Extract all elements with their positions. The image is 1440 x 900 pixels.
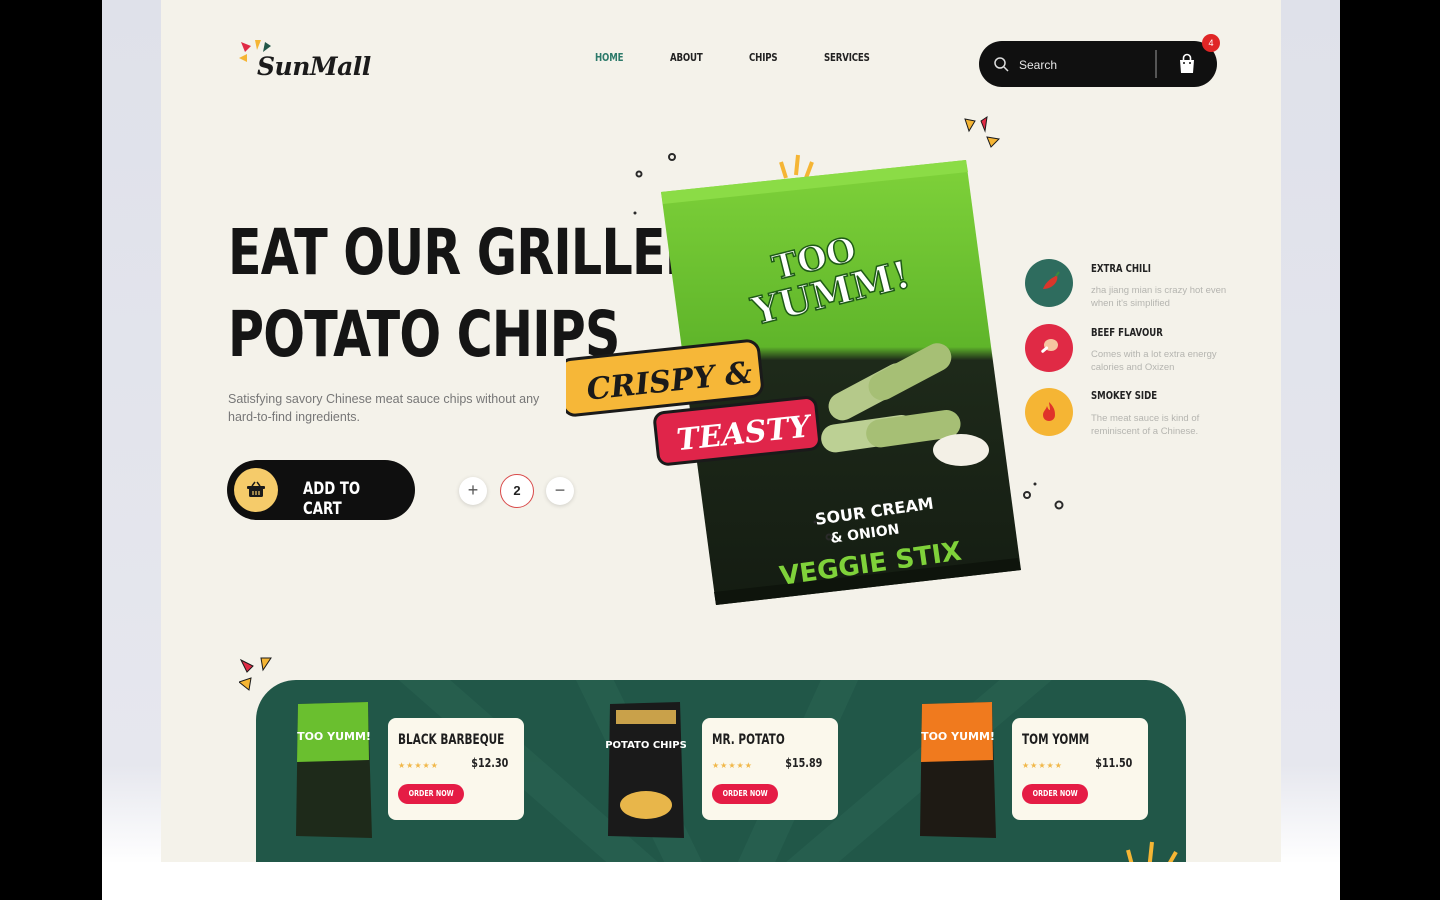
fire-icon bbox=[1043, 402, 1055, 421]
nav-services[interactable]: SERVICES bbox=[824, 52, 870, 64]
quantity-value: 2 bbox=[500, 474, 534, 508]
order-now-button[interactable]: ORDER NOW bbox=[398, 784, 464, 804]
brand-logo-text[interactable]: SunMall bbox=[257, 52, 371, 81]
product-price: $12.30 bbox=[470, 756, 508, 770]
add-to-cart-button[interactable]: ADD TO CART bbox=[227, 460, 415, 520]
product-card-black-barbeque[interactable]: BLACK BARBEQUE ★★★★★ $12.30 ORDER NOW bbox=[388, 718, 524, 820]
rating-stars-icon: ★★★★★ bbox=[398, 761, 439, 770]
product-thumb-black-barbeque: TOO YUMM! bbox=[296, 702, 372, 838]
nav-chips[interactable]: CHIPS bbox=[749, 52, 778, 64]
product-name: TOM YOMM bbox=[1022, 732, 1090, 748]
product-bag-illustration: TOO YUMM! SOUR CREAM & ONION VEGGIE STIX… bbox=[566, 153, 1021, 605]
product-name: MR. POTATO bbox=[712, 732, 785, 748]
thumb-label: TOO YUMM! bbox=[921, 730, 995, 743]
feature-smokey-side-desc: The meat sauce is kind of reminiscent of… bbox=[1091, 413, 1200, 437]
chili-icon bbox=[1043, 271, 1060, 289]
shopping-bag-icon[interactable] bbox=[1177, 53, 1197, 75]
basket-icon bbox=[247, 481, 265, 497]
hero-title: EAT OUR GRILLED POTATO CHIPS bbox=[228, 212, 706, 376]
feature-extra-chili-title: EXTRA CHILI bbox=[1091, 262, 1151, 275]
bottom-strip bbox=[102, 862, 1340, 900]
search-input[interactable] bbox=[1017, 53, 1151, 77]
dots-decoration-icon bbox=[1023, 482, 1064, 510]
thumb-label: POTATO CHIPS bbox=[606, 740, 686, 751]
product-name: BLACK BARBEQUE bbox=[398, 732, 505, 748]
feature-extra-chili-circle bbox=[1025, 259, 1073, 307]
products-panel: BLACK BARBEQUE ★★★★★ $12.30 ORDER NOW TO… bbox=[256, 680, 1186, 862]
product-card-tom-yomm[interactable]: TOM YOMM ★★★★★ $11.50 ORDER NOW bbox=[1012, 718, 1148, 820]
add-to-cart-label: ADD TO CART bbox=[303, 479, 361, 519]
rating-stars-icon: ★★★★★ bbox=[712, 761, 753, 770]
nav-about[interactable]: ABOUT bbox=[670, 52, 703, 64]
sunburst-decoration-icon bbox=[964, 115, 1001, 148]
feature-extra-chili-desc: zha jiang mian is crazy hot even when it… bbox=[1091, 285, 1227, 309]
hero-description: Satisfying savory Chinese meat sauce chi… bbox=[228, 392, 540, 424]
product-card-mr-potato[interactable]: MR. POTATO ★★★★★ $15.89 ORDER NOW bbox=[702, 718, 838, 820]
feature-smokey-side-circle bbox=[1025, 388, 1073, 436]
quantity-increase-button[interactable]: + bbox=[459, 477, 487, 505]
nav-home[interactable]: HOME bbox=[595, 52, 623, 64]
feature-beef-flavour-circle bbox=[1025, 324, 1073, 372]
product-thumb-tom-yomm: TOO YUMM! bbox=[920, 702, 996, 838]
meat-icon bbox=[1041, 339, 1058, 353]
thumb-label: TOO YUMM! bbox=[297, 730, 371, 743]
feature-beef-flavour-desc: Comes with a lot extra energy calories a… bbox=[1091, 349, 1217, 373]
order-now-button[interactable]: ORDER NOW bbox=[1022, 784, 1088, 804]
search-icon bbox=[994, 57, 1009, 72]
hero-title-line1: EAT OUR GRILLED bbox=[228, 216, 706, 289]
search-bar bbox=[979, 41, 1217, 87]
feature-smokey-side-title: SMOKEY SIDE bbox=[1091, 389, 1158, 402]
order-now-button[interactable]: ORDER NOW bbox=[712, 784, 778, 804]
search-divider bbox=[1155, 50, 1157, 78]
add-to-cart-icon-circle bbox=[234, 468, 278, 512]
product-thumb-mr-potato: POTATO CHIPS bbox=[606, 702, 686, 838]
cart-count-badge: 4 bbox=[1202, 34, 1220, 52]
feature-beef-flavour-title: BEEF FLAVOUR bbox=[1091, 326, 1163, 339]
product-price: $15.89 bbox=[784, 756, 822, 770]
hero-title-line2: POTATO CHIPS bbox=[228, 298, 620, 371]
rating-stars-icon: ★★★★★ bbox=[1022, 761, 1063, 770]
product-price: $11.50 bbox=[1094, 756, 1132, 770]
landing-page: SunMall HOME ABOUT CHIPS SERVICES 4 EAT … bbox=[161, 0, 1281, 862]
